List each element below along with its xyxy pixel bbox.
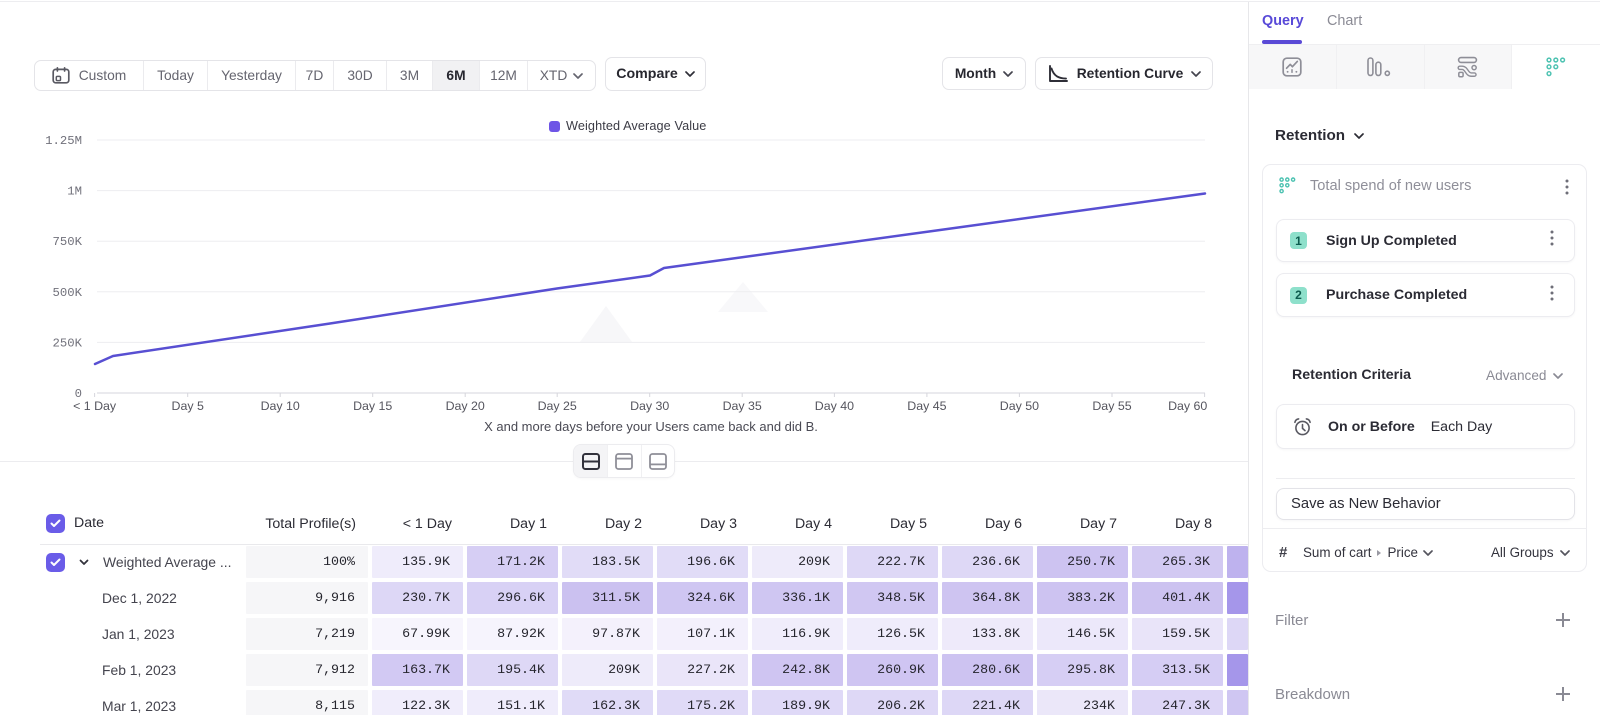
svg-text:500K: 500K xyxy=(52,286,82,300)
svg-text:Day 55: Day 55 xyxy=(1092,399,1131,413)
svg-text:Day 40: Day 40 xyxy=(815,399,854,413)
svg-text:Day 10: Day 10 xyxy=(261,399,300,413)
svg-text:Day 20: Day 20 xyxy=(446,399,485,413)
svg-text:Day 60: Day 60 xyxy=(1168,399,1207,413)
svg-text:1.25M: 1.25M xyxy=(45,134,82,148)
svg-text:750K: 750K xyxy=(52,235,82,249)
svg-text:Day 5: Day 5 xyxy=(172,399,204,413)
svg-text:Day 50: Day 50 xyxy=(1000,399,1039,413)
svg-text:1M: 1M xyxy=(67,185,82,199)
svg-text:250K: 250K xyxy=(52,336,82,350)
svg-text:Day 45: Day 45 xyxy=(907,399,946,413)
svg-text:Day 15: Day 15 xyxy=(353,399,392,413)
svg-text:Day 35: Day 35 xyxy=(723,399,762,413)
svg-text:Day 25: Day 25 xyxy=(538,399,577,413)
svg-text:< 1 Day: < 1 Day xyxy=(73,399,117,413)
svg-text:Day 30: Day 30 xyxy=(630,399,669,413)
